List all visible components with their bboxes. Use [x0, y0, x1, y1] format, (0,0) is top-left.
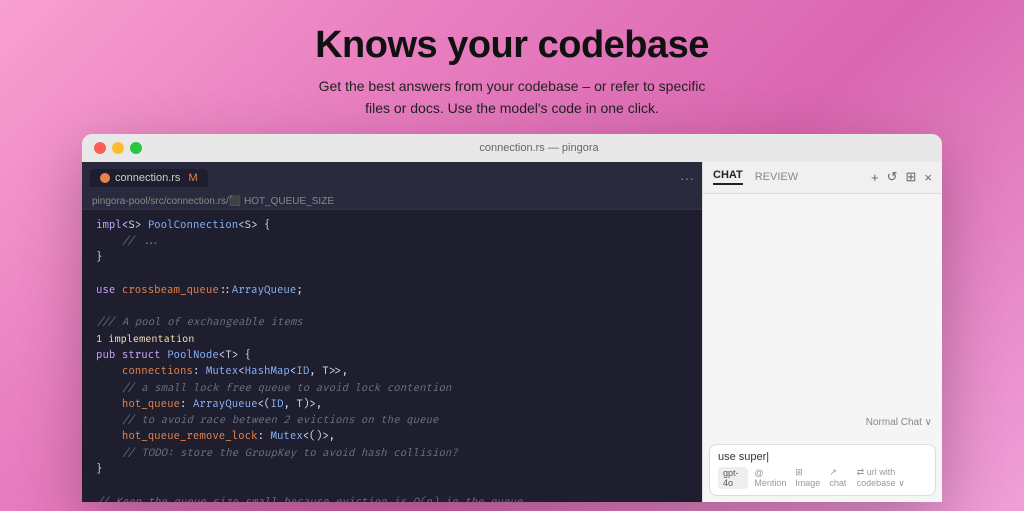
editor-tab[interactable]: connection.rs M [90, 169, 208, 187]
model-badge[interactable]: gpt-4o [718, 467, 748, 489]
editor-tab-bar: connection.rs M ··· [82, 162, 702, 194]
codebase-action[interactable]: ⇄ url with codebase ∨ [857, 467, 927, 489]
subtitle-line1: Get the best answers from your codebase … [319, 78, 706, 94]
tab-review[interactable]: REVIEW [755, 171, 798, 183]
chat-input-area[interactable]: use super| gpt-4o @ Mention ⊞ Image ↗ ch… [709, 444, 936, 496]
chat-panel: CHAT REVIEW + ↺ ⊞ × Normal Chat ∨ use su… [702, 162, 942, 502]
add-icon[interactable]: + [871, 170, 879, 185]
window-title: connection.rs — pingora [148, 142, 930, 154]
traffic-light-yellow[interactable] [112, 142, 124, 154]
chat-send-action[interactable]: ↗ chat [829, 467, 850, 489]
breadcrumb-text: pingora-pool/src/connection.rs/⬛ HOT_QUE… [92, 196, 334, 207]
editor-breadcrumb: pingora-pool/src/connection.rs/⬛ HOT_QUE… [82, 194, 702, 210]
title-bar: connection.rs — pingora [82, 134, 942, 162]
chat-input-text[interactable]: use super| [718, 451, 927, 463]
chat-body: Normal Chat ∨ [703, 194, 942, 440]
mention-action[interactable]: @ Mention [754, 468, 789, 488]
hero-subtitle: Get the best answers from your codebase … [315, 75, 709, 120]
editor-panel: connection.rs M ··· pingora-pool/src/con… [82, 162, 702, 502]
tab-filename: connection.rs [115, 172, 180, 184]
chat-input-actions: gpt-4o @ Mention ⊞ Image ↗ chat ⇄ url wi… [718, 467, 927, 489]
hero-title: Knows your codebase [315, 24, 709, 67]
editor-code: impl<S> PoolConnection<S> { // ... } use… [82, 210, 702, 502]
options-icon[interactable]: ⊞ [906, 169, 917, 185]
close-icon[interactable]: × [924, 170, 932, 185]
back-icon[interactable]: ↺ [887, 169, 898, 185]
app-window: connection.rs — pingora connection.rs M … [82, 134, 942, 502]
chat-header-actions: + ↺ ⊞ × [871, 169, 932, 185]
tab-file-icon [100, 173, 110, 183]
image-action[interactable]: ⊞ Image [795, 467, 823, 488]
chat-actions-right: ↗ chat ⇄ url with codebase ∨ [829, 467, 927, 489]
tab-options-icon[interactable]: ··· [680, 170, 694, 186]
tab-modified: M [188, 172, 197, 184]
traffic-light-green[interactable] [130, 142, 142, 154]
chat-header: CHAT REVIEW + ↺ ⊞ × [703, 162, 942, 194]
tab-chat[interactable]: CHAT [713, 169, 743, 185]
subtitle-line2: files or docs. Use the model's code in o… [365, 100, 659, 116]
window-content: connection.rs M ··· pingora-pool/src/con… [82, 162, 942, 502]
hero-section: Knows your codebase Get the best answers… [295, 0, 729, 134]
traffic-light-red[interactable] [94, 142, 106, 154]
chat-mode-label[interactable]: Normal Chat ∨ [713, 417, 932, 428]
